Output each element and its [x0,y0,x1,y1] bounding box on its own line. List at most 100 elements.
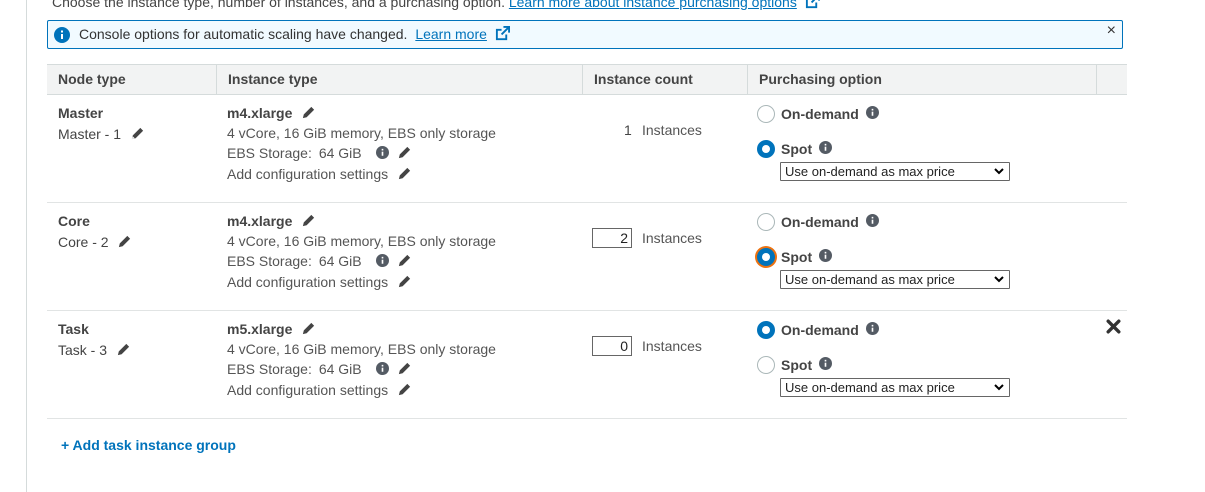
info-icon[interactable] [865,214,879,230]
ebs-storage: EBS Storage: 64 GiB [227,361,412,379]
header-actions [1096,65,1127,94]
radio-on-demand[interactable] [757,105,775,123]
header-instance-type: Instance type [216,65,582,94]
instance-type: m4.xlarge [227,213,316,231]
info-icon[interactable] [819,141,833,157]
remove-icon[interactable] [1105,318,1122,338]
instance-type-label: m5.xlarge [227,321,293,337]
option-on-demand[interactable]: On-demand [757,213,879,231]
pencil-icon[interactable] [301,213,316,231]
node-name-text: Task - 3 [58,342,108,358]
info-icon[interactable] [819,357,833,373]
add-configuration: Add configuration settings [227,166,412,184]
info-icon[interactable] [375,146,389,162]
chevron-down-icon [993,380,1005,397]
table-row-core: Core Core - 2 m4.xlarge 4 vCore, 16 GiB … [47,203,1127,311]
info-icon [54,27,70,46]
purchasing-options-link[interactable]: Learn more about instance purchasing opt… [509,0,797,10]
ebs-storage-label: EBS Storage: [227,145,312,161]
info-icon[interactable] [375,254,389,270]
pencil-icon[interactable] [116,342,131,360]
chevron-down-icon [993,164,1005,181]
instance-count-input[interactable] [592,336,632,356]
pencil-icon[interactable] [397,274,412,292]
banner-learn-more-link[interactable]: Learn more [415,26,487,42]
option-on-demand[interactable]: On-demand [757,105,879,123]
instance-spec: 4 vCore, 16 GiB memory, EBS only storage [227,125,496,141]
instance-count-input[interactable] [592,228,632,248]
node-type: Core [58,213,90,229]
pencil-icon[interactable] [130,126,145,144]
instance-type: m5.xlarge [227,321,316,339]
info-icon[interactable] [375,362,389,378]
on-demand-label: On-demand [781,106,859,122]
add-configuration-label: Add configuration settings [227,274,389,290]
pencil-icon[interactable] [117,234,132,252]
add-configuration: Add configuration settings [227,274,412,292]
pencil-icon[interactable] [397,382,412,400]
ebs-storage-value: 64 GiB [318,145,362,161]
ebs-storage-label: EBS Storage: [227,361,312,377]
instance-count-unit: Instances [642,122,702,138]
instance-type: m4.xlarge [227,105,316,123]
add-task-instance-group-link[interactable]: + Add task instance group [61,437,236,453]
option-on-demand[interactable]: On-demand [757,321,879,339]
banner-text: Console options for automatic scaling ha… [79,26,408,42]
node-type: Master [58,105,104,121]
max-price-select[interactable]: Use on-demand as max price [780,378,1010,397]
ebs-storage: EBS Storage: 64 GiB [227,253,412,271]
left-divider [26,0,27,492]
option-spot[interactable]: Spot [757,356,833,374]
chevron-down-icon [993,272,1005,289]
radio-spot[interactable] [757,356,775,374]
radio-spot[interactable] [757,248,775,266]
ebs-storage-value: 64 GiB [318,253,362,269]
instance-spec: 4 vCore, 16 GiB memory, EBS only storage [227,233,496,249]
node-name-text: Master - 1 [58,126,122,142]
intro-text: Choose the instance type, number of inst… [52,0,820,12]
spot-label: Spot [781,141,813,157]
pencil-icon[interactable] [397,361,412,379]
radio-on-demand[interactable] [757,321,775,339]
add-configuration: Add configuration settings [227,382,412,400]
table-row-master: Master Master - 1 m4.xlarge 4 vCore, 16 … [47,95,1127,203]
spot-label: Spot [781,249,813,265]
pencil-icon[interactable] [301,105,316,123]
radio-on-demand[interactable] [757,213,775,231]
banner-message: Console options for automatic scaling ha… [79,26,510,44]
info-icon[interactable] [865,322,879,338]
spot-label: Spot [781,357,813,373]
pencil-icon[interactable] [397,145,412,163]
option-spot[interactable]: Spot [757,248,833,266]
info-icon[interactable] [819,249,833,265]
instance-count-value: 1 [624,122,632,138]
max-price-select[interactable]: Use on-demand as max price [780,270,1010,289]
add-configuration-label: Add configuration settings [227,382,389,398]
info-icon[interactable] [865,106,879,122]
close-icon[interactable]: × [1107,22,1116,40]
pencil-icon[interactable] [301,321,316,339]
node-type: Task [58,321,89,337]
on-demand-label: On-demand [781,214,859,230]
intro-description: Choose the instance type, number of inst… [52,0,505,10]
max-price-value: Use on-demand as max price [785,272,955,287]
radio-spot[interactable] [757,140,775,158]
instance-spec: 4 vCore, 16 GiB memory, EBS only storage [227,341,496,357]
instance-groups-table: Node type Instance type Instance count P… [47,64,1127,419]
pencil-icon[interactable] [397,166,412,184]
max-price-select[interactable]: Use on-demand as max price [780,162,1010,181]
pencil-icon[interactable] [397,253,412,271]
table-row-task: Task Task - 3 m5.xlarge 4 vCore, 16 GiB … [47,311,1127,419]
instance-count-unit: Instances [642,338,702,354]
external-link-icon[interactable] [805,0,820,12]
node-name: Master - 1 [58,126,145,144]
node-name: Core - 2 [58,234,132,252]
instance-type-label: m4.xlarge [227,105,293,121]
header-node-type: Node type [58,71,126,87]
on-demand-label: On-demand [781,322,859,338]
instance-type-label: m4.xlarge [227,213,293,229]
header-instance-count: Instance count [582,65,747,94]
external-link-icon[interactable] [495,26,510,44]
ebs-storage-value: 64 GiB [318,361,362,377]
option-spot[interactable]: Spot [757,140,833,158]
